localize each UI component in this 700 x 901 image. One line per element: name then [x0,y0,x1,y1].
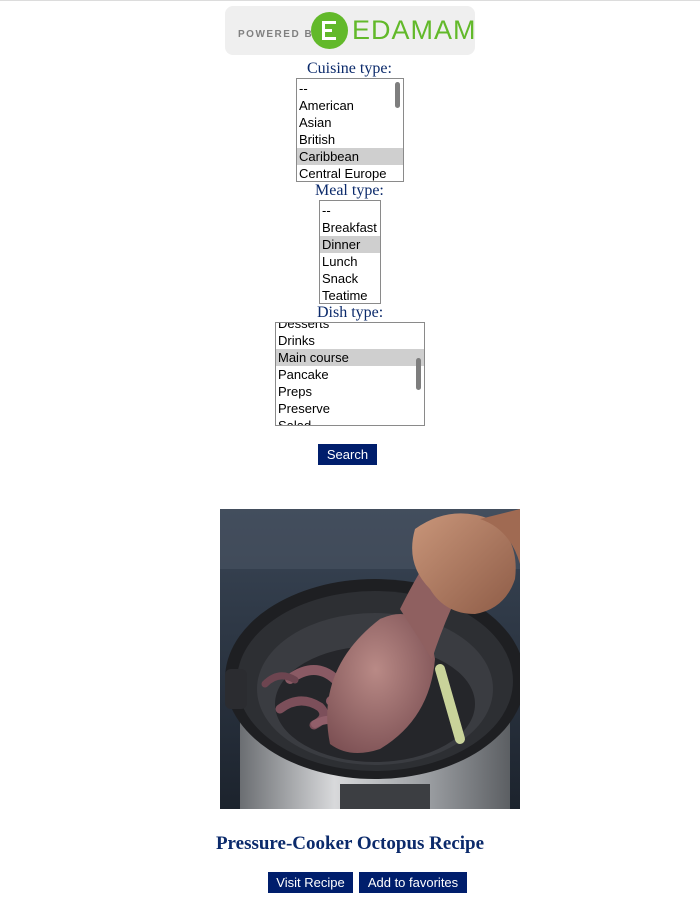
cuisine-option-selected[interactable]: Caribbean [297,148,403,165]
meal-type-select[interactable]: -- Breakfast Dinner Lunch Snack Teatime [319,200,381,304]
cuisine-scrollbar[interactable] [395,82,400,108]
dish-type-label: Dish type: [317,304,384,321]
search-button[interactable]: Search [318,444,377,465]
recipe-title: Pressure-Cooker Octopus Recipe [215,833,485,854]
edamam-logo: POWERED BY EDAMAM [225,6,477,55]
dish-option[interactable]: Preps [276,383,424,400]
cuisine-type-label: Cuisine type: [307,60,392,77]
cuisine-option[interactable]: -- [297,80,403,97]
meal-option-selected[interactable]: Dinner [320,236,380,253]
meal-option[interactable]: Teatime [320,287,380,303]
meal-type-label: Meal type: [315,182,384,199]
recipe-image[interactable] [220,509,520,809]
edamam-wordmark: EDAMAM [352,15,477,45]
edamam-logo-icon [311,12,348,49]
dish-option[interactable]: Desserts [276,323,424,332]
dish-type-select[interactable]: Desserts Drinks Main course Pancake Prep… [275,322,425,426]
dish-scrollbar[interactable] [416,358,421,390]
meal-option[interactable]: Breakfast [320,219,380,236]
cuisine-option[interactable]: American [297,97,403,114]
dish-option-selected[interactable]: Main course [276,349,424,366]
add-to-favorites-button[interactable]: Add to favorites [359,872,467,893]
dish-option[interactable]: Drinks [276,332,424,349]
dish-option[interactable]: Preserve [276,400,424,417]
meal-option[interactable]: Snack [320,270,380,287]
visit-recipe-button[interactable]: Visit Recipe [268,872,353,893]
meal-option[interactable]: Lunch [320,253,380,270]
dish-option[interactable]: Pancake [276,366,424,383]
cuisine-option[interactable]: Asian [297,114,403,131]
meal-option[interactable]: -- [320,202,380,219]
powered-by-text: POWERED BY [238,29,322,40]
dish-option[interactable]: Salad [276,417,424,425]
cuisine-type-select[interactable]: -- American Asian British Caribbean Cent… [296,78,404,182]
cuisine-option[interactable]: British [297,131,403,148]
cuisine-option[interactable]: Central Europe [297,165,403,181]
